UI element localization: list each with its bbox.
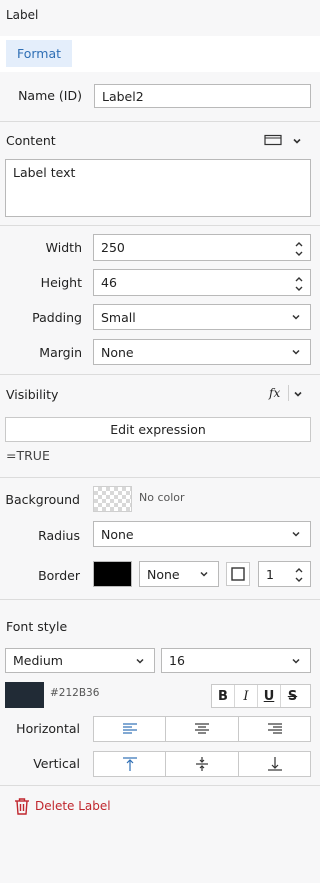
text-color-swatch[interactable] — [5, 682, 44, 708]
align-middle-button[interactable] — [166, 751, 239, 777]
align-bottom-button[interactable] — [239, 751, 311, 777]
border-width-value: 1 — [266, 566, 274, 582]
font-size-select[interactable]: 16 — [161, 648, 311, 673]
vertical-label: Vertical — [33, 756, 80, 771]
chevron-down-icon — [136, 658, 144, 664]
tab-format[interactable]: Format — [6, 40, 72, 67]
align-center-icon — [195, 723, 209, 734]
visibility-title: Visibility — [6, 387, 59, 402]
align-top-button[interactable] — [93, 751, 166, 777]
chevron-down-icon — [292, 314, 300, 320]
align-right-button[interactable] — [239, 716, 311, 742]
border-label: Border — [38, 568, 80, 583]
text-color-hex: #212B36 — [50, 687, 100, 699]
textbox-icon[interactable] — [264, 133, 282, 147]
horizontal-label: Horizontal — [16, 721, 80, 736]
height-value: 46 — [101, 275, 117, 290]
italic-button[interactable]: I — [235, 685, 258, 707]
bold-button[interactable]: B — [212, 685, 235, 707]
width-label: Width — [45, 240, 82, 255]
strikethrough-button[interactable]: S — [281, 685, 304, 707]
border-style-select[interactable]: None — [139, 561, 219, 587]
name-id-label: Name (ID) — [18, 88, 82, 103]
margin-value: None — [101, 344, 134, 360]
spinner-icon[interactable] — [294, 564, 304, 586]
border-color-swatch[interactable] — [93, 561, 132, 587]
content-textarea[interactable]: Label text — [5, 159, 311, 217]
font-weight-select[interactable]: Medium — [5, 648, 155, 673]
width-value: 250 — [101, 240, 125, 255]
radius-value: None — [101, 526, 134, 542]
chevron-down-icon — [200, 571, 208, 577]
background-color-swatch[interactable] — [93, 486, 132, 512]
divider — [0, 599, 320, 600]
padding-select[interactable]: Small — [93, 304, 311, 330]
delete-label-button[interactable]: Delete Label — [14, 797, 111, 815]
align-left-icon — [122, 723, 137, 734]
vertical-align-group — [93, 751, 311, 777]
border-box-icon — [231, 567, 245, 581]
font-size-value: 16 — [169, 653, 185, 668]
edit-expression-button[interactable]: Edit expression — [5, 417, 311, 442]
text-format-group: B I U S — [211, 684, 311, 708]
align-left-button[interactable] — [93, 716, 166, 742]
font-style-title: Font style — [6, 619, 68, 634]
align-right-icon — [267, 723, 282, 734]
chevron-down-icon[interactable] — [292, 388, 304, 400]
fx-icon[interactable]: fx — [269, 386, 280, 400]
panel-title: Label — [6, 8, 39, 22]
align-bottom-icon — [267, 757, 282, 771]
trash-icon — [15, 798, 29, 815]
chevron-down-icon[interactable] — [291, 135, 303, 147]
divider — [0, 477, 320, 478]
divider — [0, 374, 320, 375]
separator — [288, 385, 289, 401]
align-top-icon — [122, 757, 137, 771]
align-center-button[interactable] — [166, 716, 239, 742]
margin-select[interactable]: None — [93, 339, 311, 365]
height-label: Height — [40, 275, 82, 290]
name-id-input[interactable]: Label2 — [94, 84, 311, 108]
divider — [0, 785, 320, 786]
visibility-expression: =TRUE — [6, 448, 50, 463]
padding-value: Small — [101, 309, 136, 325]
radius-select[interactable]: None — [93, 521, 311, 547]
border-width-input[interactable]: 1 — [258, 561, 311, 587]
radius-label: Radius — [38, 528, 80, 543]
spinner-icon[interactable] — [294, 273, 304, 295]
height-input[interactable]: 46 — [93, 269, 311, 296]
divider — [0, 121, 320, 122]
background-value: No color — [139, 491, 185, 504]
border-sides-button[interactable] — [226, 562, 250, 586]
background-label: Background — [5, 492, 80, 507]
delete-label-text: Delete Label — [35, 799, 111, 813]
align-middle-icon — [196, 757, 208, 771]
spinner-icon[interactable] — [294, 238, 304, 260]
margin-label: Margin — [39, 345, 82, 360]
chevron-down-icon — [292, 658, 300, 664]
horizontal-align-group — [93, 716, 311, 742]
width-input[interactable]: 250 — [93, 234, 311, 261]
font-weight-value: Medium — [13, 653, 63, 668]
border-style-value: None — [147, 566, 180, 582]
padding-label: Padding — [32, 310, 82, 325]
content-title: Content — [6, 133, 56, 148]
underline-button[interactable]: U — [258, 685, 281, 707]
chevron-down-icon — [292, 349, 300, 355]
chevron-down-icon — [292, 531, 300, 537]
divider — [0, 225, 320, 226]
